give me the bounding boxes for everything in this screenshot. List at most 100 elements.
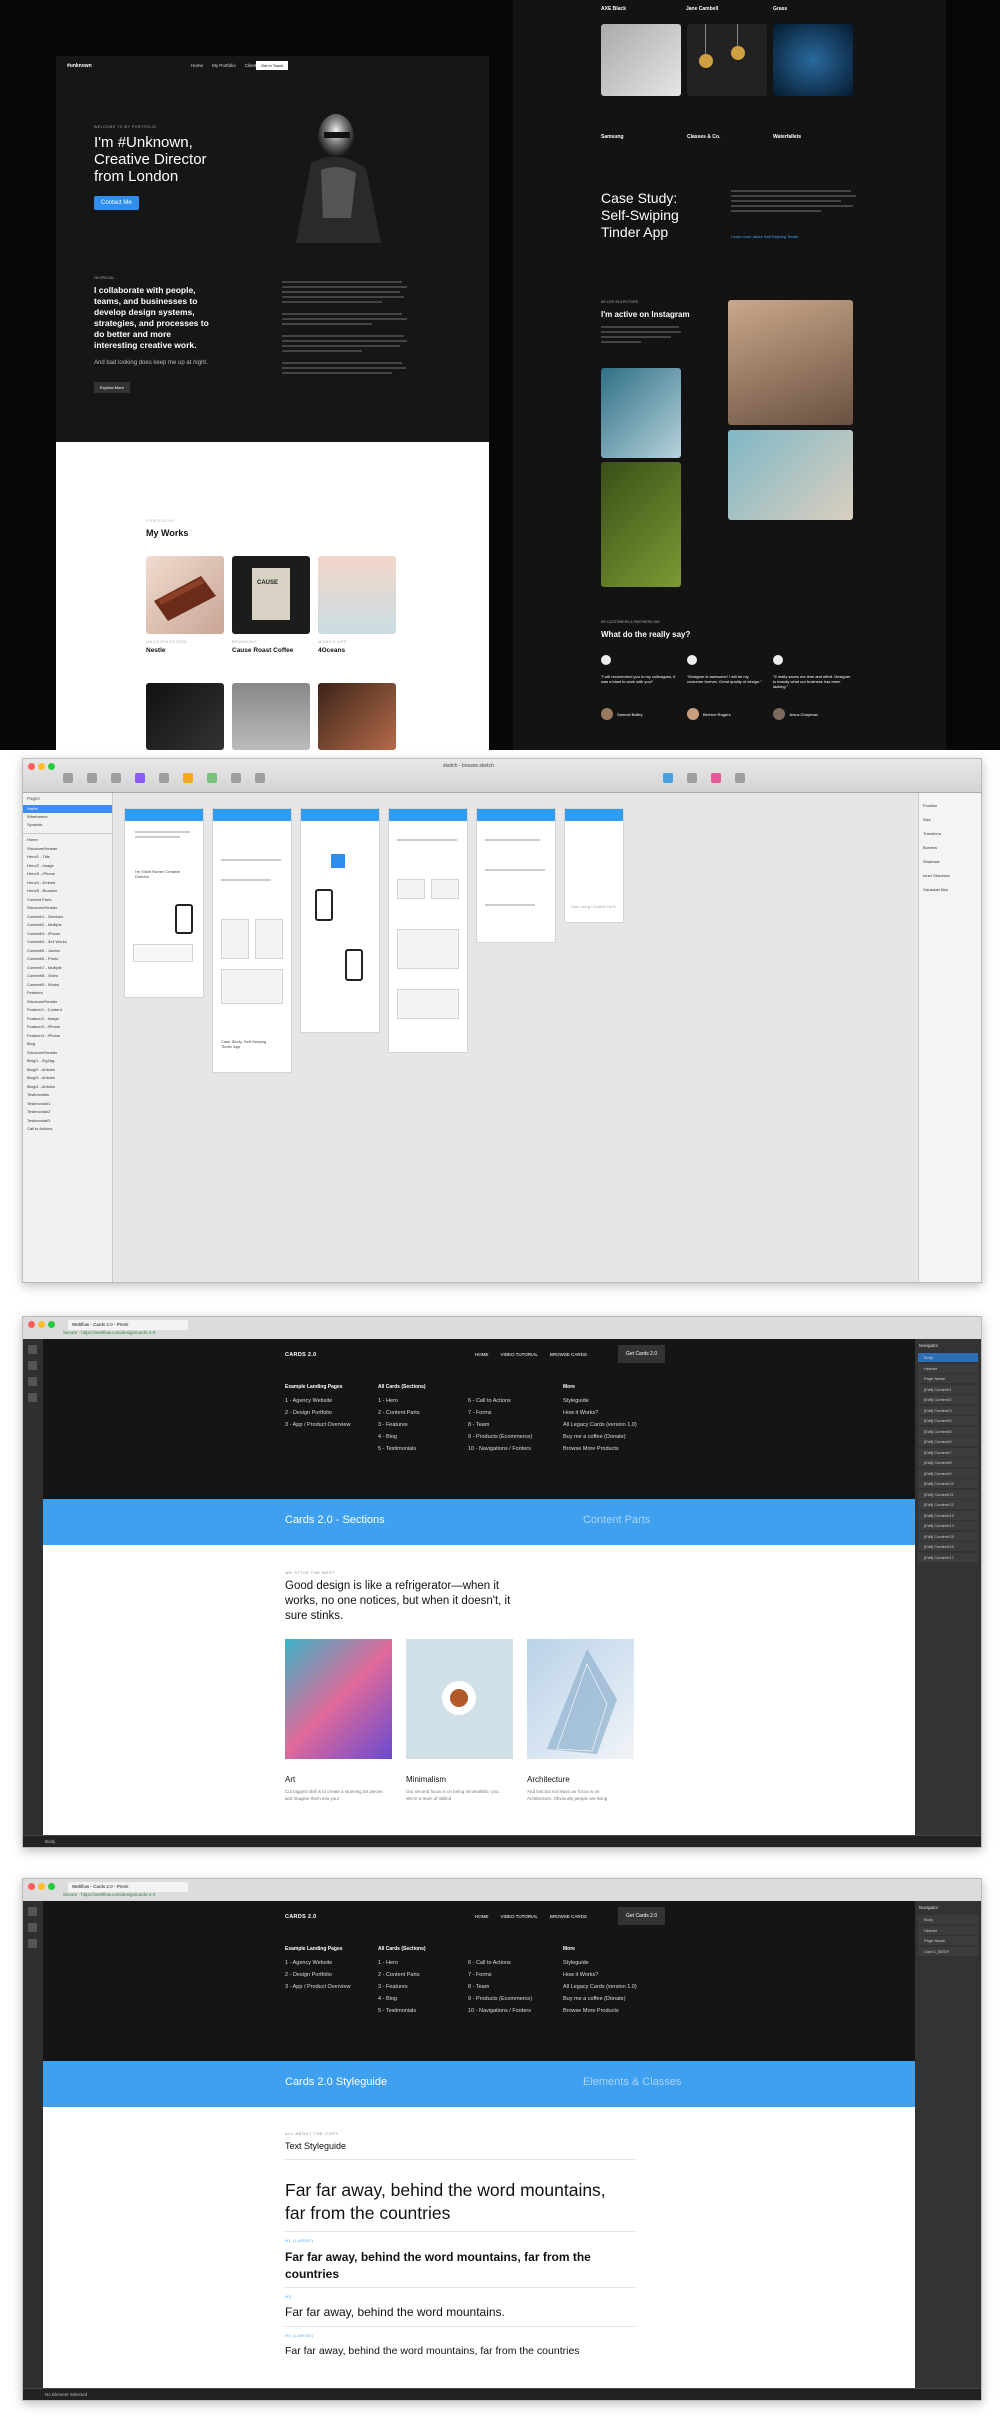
navigator-item[interactable]: [Edit] Content/8 <box>918 1458 978 1467</box>
navigator-item[interactable]: [Edit] Content/2 <box>918 1395 978 1404</box>
work-name[interactable]: Classes & Co. <box>687 134 720 140</box>
layer-item[interactable]: Testimonial/1 <box>27 1101 50 1106</box>
inspector-section[interactable]: Transform <box>923 831 941 836</box>
menu-link[interactable]: 6 - Call to Actions <box>468 1957 532 1969</box>
work-image-classes[interactable] <box>687 24 767 96</box>
navigator-item[interactable]: [Edit] Content/1 <box>918 1384 978 1394</box>
nav-home[interactable]: Home <box>191 63 203 68</box>
navigator-item[interactable]: Page Name <box>918 1936 978 1945</box>
layer-item[interactable]: Blog/1 - ZigZag <box>27 1058 54 1063</box>
inspector-section[interactable]: Shadows <box>923 859 939 864</box>
menu-link[interactable]: 2 - Design Portfolio <box>285 1969 350 1981</box>
get-cards-button[interactable]: Get Cards 2.0 <box>618 1345 666 1363</box>
card-image-minimalism[interactable] <box>406 1639 513 1759</box>
menu-link[interactable]: All Legacy Cards (version 1.0) <box>563 1419 637 1431</box>
menu-link[interactable]: 1 - Hero <box>378 1395 420 1407</box>
nav-video[interactable]: VIDEO TUTORIAL <box>501 1914 538 1919</box>
navigator-item[interactable]: [Edit] Content/11 <box>918 1489 978 1499</box>
menu-link[interactable]: Buy me a coffee (Donate) <box>563 1431 637 1443</box>
layer-item[interactable]: Structure/Header <box>27 1050 57 1055</box>
layer-item[interactable]: Content Parts <box>27 897 51 902</box>
layer-item[interactable]: Feature/1 - Content <box>27 1007 62 1012</box>
explore-button[interactable]: Explore More <box>94 382 130 393</box>
contact-me-button[interactable]: Contact Me <box>94 196 139 210</box>
layer-item[interactable]: Content/1 - Services <box>27 914 63 919</box>
add-icon[interactable] <box>28 1345 37 1354</box>
navigator-item[interactable]: [Edit] Content/9 <box>918 1468 978 1478</box>
menu-link[interactable]: How it Works? <box>563 1407 637 1419</box>
pages-icon[interactable] <box>28 1939 37 1948</box>
navigator-item[interactable]: [Edit] Content/5 <box>918 1426 978 1436</box>
zoom-icon[interactable] <box>159 773 169 783</box>
navigator-item[interactable]: Body <box>918 1353 978 1362</box>
menu-link[interactable]: Styleguide <box>563 1957 637 1969</box>
layer-item[interactable]: Content/6 - Photo <box>27 956 58 961</box>
layer-item[interactable]: Blog/2 - Articles <box>27 1067 55 1072</box>
nav-contact-button[interactable]: Get in Touch <box>256 61 289 70</box>
menu-link[interactable]: Browse More Products <box>563 2005 637 2017</box>
navigator-icon[interactable] <box>28 1361 37 1370</box>
group-icon[interactable] <box>87 773 97 783</box>
layer-item[interactable]: Content/7 - Multiple <box>27 965 62 970</box>
card-image-art[interactable] <box>285 1639 392 1759</box>
work-image-grass[interactable] <box>318 683 396 750</box>
menu-link[interactable]: 8 - Team <box>468 1981 532 1993</box>
page-item[interactable]: Wireframes <box>27 814 47 819</box>
insert-icon[interactable] <box>63 773 73 783</box>
breadcrumb[interactable]: Body <box>45 1839 55 1844</box>
work-name[interactable]: Nestle <box>146 647 166 654</box>
menu-link[interactable]: 1 - Hero <box>378 1957 420 1969</box>
layer-item[interactable]: Hero/5 - Browser <box>27 888 57 893</box>
browser-tab[interactable]: Webflow - Cards 2.0 - Premi <box>68 1882 188 1892</box>
export-icon[interactable] <box>735 773 745 783</box>
page-item[interactable]: Symbols <box>27 822 42 827</box>
forward-icon[interactable] <box>231 773 241 783</box>
navigator-item[interactable]: [Edit] Content/12 <box>918 1500 978 1509</box>
menu-link[interactable]: 9 - Products (Ecommerce) <box>468 1993 532 2005</box>
nav-home[interactable]: HOME <box>475 1914 489 1919</box>
layer-item[interactable]: Testimonial/2 <box>27 1109 50 1114</box>
work-image-axe-black[interactable] <box>146 683 224 750</box>
menu-link[interactable]: 10 - Navigations / Footers <box>468 1443 532 1455</box>
work-name[interactable]: Samsung <box>601 134 624 140</box>
browser-tab[interactable]: Webflow - Cards 2.0 - Premi <box>68 1320 188 1330</box>
layer-item[interactable]: Feature/2 - Image <box>27 1016 59 1021</box>
menu-link[interactable]: All Legacy Cards (version 1.0) <box>563 1981 637 1993</box>
page-item[interactable]: Home <box>27 806 38 811</box>
work-name[interactable]: Waterfallets <box>773 134 801 140</box>
add-icon[interactable] <box>28 1907 37 1916</box>
menu-link[interactable]: 9 - Products (Ecommerce) <box>468 1431 532 1443</box>
mirror-icon[interactable] <box>255 773 265 783</box>
menu-link[interactable]: 3 - App / Product Overview <box>285 1419 350 1431</box>
menu-link[interactable]: 2 - Design Portfolio <box>285 1407 350 1419</box>
navigator-item[interactable]: [Edit] Content/7 <box>918 1447 978 1457</box>
instagram-photo-beach[interactable] <box>728 430 853 520</box>
layer-item[interactable]: Blog/3 - Articles <box>27 1075 55 1080</box>
menu-link[interactable]: 3 - Features <box>378 1419 420 1431</box>
layer-item[interactable]: Content/9 - Works <box>27 982 59 987</box>
work-name[interactable]: Jane Cambell <box>686 6 718 12</box>
nav-browse[interactable]: BROWSE CARDS <box>550 1914 587 1919</box>
menu-link[interactable]: 2 - Content Parts <box>378 1969 420 1981</box>
nav-browse[interactable]: BROWSE CARDS <box>550 1352 587 1357</box>
menu-link[interactable]: Browse More Products <box>563 1443 637 1455</box>
navigator-item[interactable]: Header <box>918 1925 978 1935</box>
artboard-home[interactable]: I'm Elliott Rumer Creative Director <box>124 808 204 998</box>
navigator-item[interactable]: [Edit] Content/14 <box>918 1521 978 1530</box>
symbol-icon[interactable] <box>135 773 145 783</box>
navigator-item[interactable]: Body <box>918 1915 978 1924</box>
work-name[interactable]: AXE Black <box>601 6 626 12</box>
artboard-features[interactable] <box>300 808 380 1033</box>
layer-item[interactable]: Structure/Header <box>27 905 57 910</box>
layer-item[interactable]: Testimonials <box>27 1092 49 1097</box>
work-image-4oceans[interactable] <box>318 556 396 634</box>
cloud-icon[interactable] <box>711 773 721 783</box>
navigator-item[interactable]: [Edit] Content/16 <box>918 1542 978 1551</box>
navigator-item[interactable]: [Edit] Content/13 <box>918 1510 978 1520</box>
menu-link[interactable]: Buy me a coffee (Donate) <box>563 1993 637 2005</box>
inspector-section[interactable]: Size <box>923 817 931 822</box>
layer-item[interactable]: Structure/Header <box>27 999 57 1004</box>
subtract-icon[interactable] <box>207 773 217 783</box>
menu-link[interactable]: 1 - Agency Website <box>285 1957 350 1969</box>
inspector-section[interactable]: Inner Shadows <box>923 873 950 878</box>
